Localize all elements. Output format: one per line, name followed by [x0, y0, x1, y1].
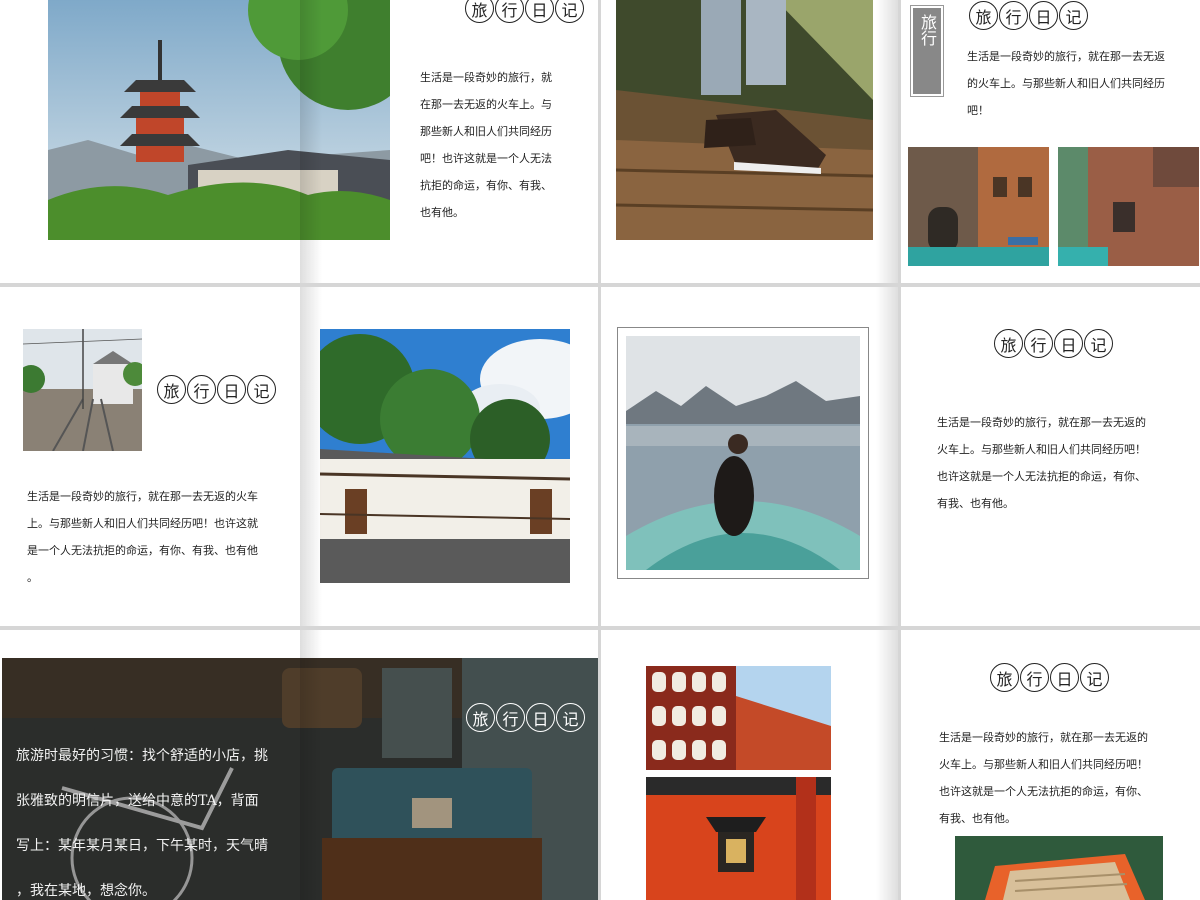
book-spine-shadow — [876, 0, 898, 283]
slide-body-text: 生活是一段奇妙的旅行，就在那一去无返的火车 上。与那些新人和旧人们共同经历吧！也… — [27, 490, 258, 584]
slide-body-text: 生活是一段奇妙的旅行，就在那一去无返的 火车上。与那些新人和旧人们共同经历吧！ … — [939, 731, 1148, 825]
book-spine-shadow — [300, 287, 322, 626]
badge-char: 旅 — [994, 329, 1023, 358]
badge-char: 旅 — [465, 0, 494, 23]
torii-lantern-photo — [646, 777, 831, 900]
travel-diary-badge: 旅 行 日 记 — [466, 703, 585, 732]
badge-char: 行 — [1020, 663, 1049, 692]
book-spine-shadow — [876, 287, 898, 626]
slide-body-text: 生活是一段奇妙的旅行，就在那一去无返的 火车上。与那些新人和旧人们共同经历吧！ … — [937, 416, 1146, 510]
badge-char: 行 — [495, 0, 524, 23]
slide-boots[interactable] — [601, 0, 898, 283]
venice-photo-left — [908, 147, 1049, 266]
badge-char: 旅 — [466, 703, 495, 732]
badge-char: 行 — [1024, 329, 1053, 358]
tray-photo — [955, 836, 1163, 900]
badge-char: 日 — [1054, 329, 1083, 358]
travel-diary-badge: 旅 行 日 记 — [969, 1, 1088, 30]
railway-photo — [23, 329, 142, 451]
slide-body-text: 旅游时最好的习惯：找个舒适的小店，挑 张雅致的明信片，送给中意的TA，背面 写上… — [16, 748, 268, 899]
badge-char: 记 — [556, 703, 585, 732]
lake-photo-frame — [617, 327, 869, 579]
travel-diary-badge: 旅 行 日 记 — [990, 663, 1109, 692]
badge-char: 日 — [1029, 1, 1058, 30]
badge-char: 行 — [999, 1, 1028, 30]
badge-char: 记 — [1084, 329, 1113, 358]
badge-char: 日 — [1050, 663, 1079, 692]
slide-body-text: 生活是一段奇妙的旅行，就在那一去无返 的火车上。与那些新人和旧人们共同经历 吧！ — [967, 50, 1165, 117]
lanterns-photo — [646, 666, 831, 770]
slide-body-text: 生活是一段奇妙的旅行，就 在那一去无返的火车上。与 那些新人和旧人们共同经历 吧… — [420, 71, 552, 219]
badge-char: 旅 — [990, 663, 1019, 692]
lake-photo — [626, 336, 860, 570]
badge-char: 行 — [496, 703, 525, 732]
venice-photo-right — [1058, 147, 1199, 266]
badge-char: 记 — [247, 375, 276, 404]
badge-char: 日 — [525, 0, 554, 23]
travel-diary-badge: 旅 行 日 记 — [157, 375, 276, 404]
vertical-tag-text: 旅行 — [913, 8, 941, 94]
slide-suitcase[interactable]: 旅 行 日 记 旅游时最好的习惯：找个舒适的小店，挑 张雅致的明信片，送给中意的… — [0, 630, 598, 900]
badge-char: 记 — [555, 0, 584, 23]
pagoda-photo — [48, 0, 390, 240]
slide-lanterns[interactable] — [601, 630, 898, 900]
travel-diary-badge: 旅 行 日 记 — [465, 0, 584, 23]
badge-char: 行 — [187, 375, 216, 404]
slide-diary-text[interactable]: 旅 行 日 记 生活是一段奇妙的旅行，就在那一去无返的 火车上。与那些新人和旧人… — [901, 287, 1200, 626]
travel-diary-badge: 旅 行 日 记 — [994, 329, 1113, 358]
book-spine-shadow — [876, 630, 898, 900]
badge-char: 记 — [1080, 663, 1109, 692]
slide-venice[interactable]: 旅行 旅 行 日 记 生活是一段奇妙的旅行，就在那一去无返 的火车上。与那些新人… — [901, 0, 1200, 283]
badge-char: 记 — [1059, 1, 1088, 30]
slide-lake[interactable] — [601, 287, 898, 626]
slide-railway[interactable]: 旅 行 日 记 生活是一段奇妙的旅行，就在那一去无返的火车 上。与那些新人和旧人… — [0, 287, 598, 626]
badge-char: 日 — [217, 375, 246, 404]
badge-char: 旅 — [969, 1, 998, 30]
badge-char: 日 — [526, 703, 555, 732]
slide-diary-closing[interactable]: 旅 行 日 记 生活是一段奇妙的旅行，就在那一去无返的 火车上。与那些新人和旧人… — [901, 630, 1200, 900]
boots-photo — [616, 0, 873, 240]
temple-wall-photo — [320, 329, 570, 583]
slide-pagoda[interactable]: 旅 行 日 记 生活是一段奇妙的旅行，就 在那一去无返的火车上。与 那些新人和旧… — [0, 0, 598, 283]
vertical-travel-tag: 旅行 — [910, 5, 944, 97]
badge-char: 旅 — [157, 375, 186, 404]
